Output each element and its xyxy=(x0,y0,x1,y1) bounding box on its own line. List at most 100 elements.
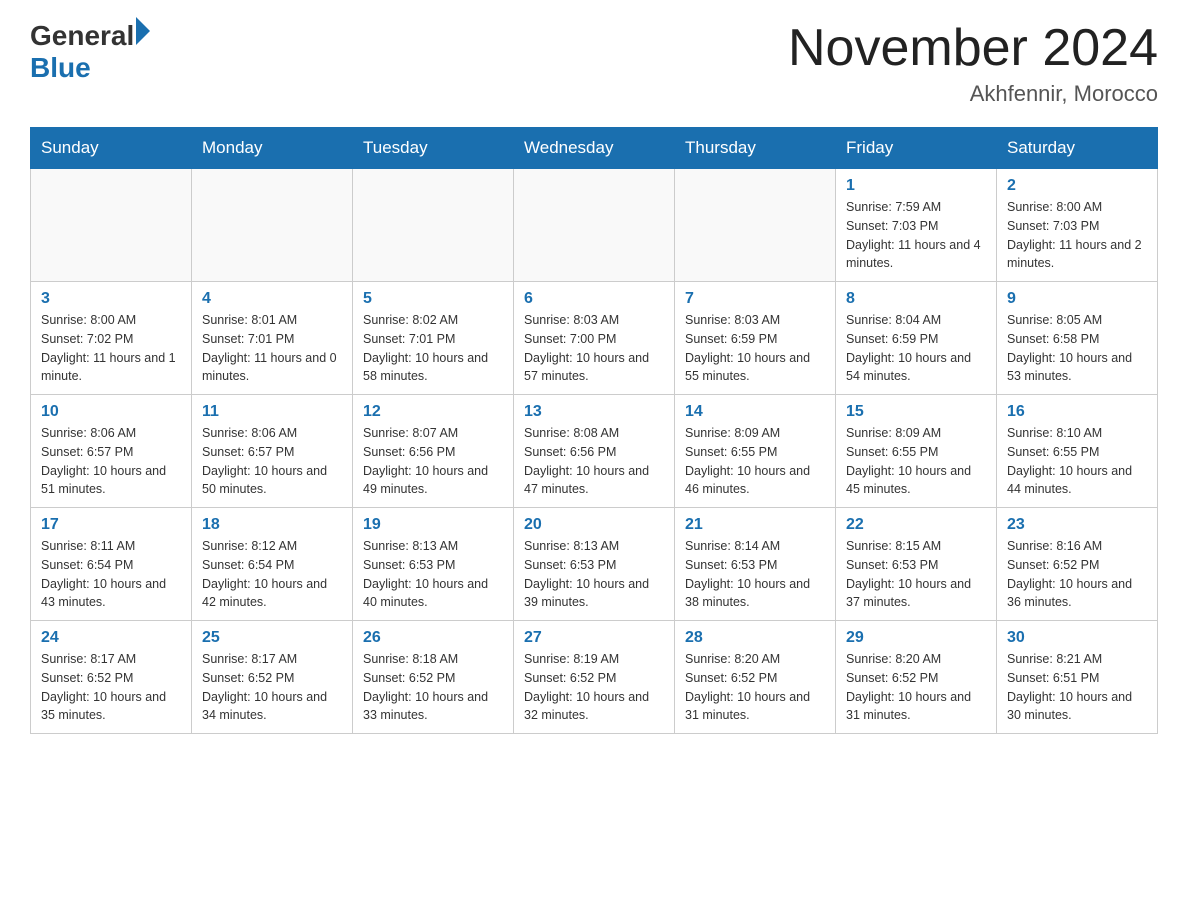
logo-general-text: General xyxy=(30,20,134,52)
day-number: 2 xyxy=(1007,177,1147,195)
calendar-cell xyxy=(675,169,836,282)
day-info: Sunrise: 8:16 AMSunset: 6:52 PMDaylight:… xyxy=(1007,537,1147,612)
calendar-cell xyxy=(31,169,192,282)
calendar-cell xyxy=(353,169,514,282)
weekday-header-monday: Monday xyxy=(192,128,353,169)
day-info: Sunrise: 8:07 AMSunset: 6:56 PMDaylight:… xyxy=(363,424,503,499)
calendar-cell: 2 Sunrise: 8:00 AMSunset: 7:03 PMDaylight… xyxy=(997,169,1158,282)
day-info: Sunrise: 8:06 AMSunset: 6:57 PMDaylight:… xyxy=(41,424,181,499)
day-info: Sunrise: 8:09 AMSunset: 6:55 PMDaylight:… xyxy=(846,424,986,499)
day-info: Sunrise: 8:00 AMSunset: 7:03 PMDaylight:… xyxy=(1007,198,1147,273)
day-number: 29 xyxy=(846,629,986,647)
day-info: Sunrise: 8:04 AMSunset: 6:59 PMDaylight:… xyxy=(846,311,986,386)
day-info: Sunrise: 8:03 AMSunset: 7:00 PMDaylight:… xyxy=(524,311,664,386)
weekday-header-sunday: Sunday xyxy=(31,128,192,169)
day-info: Sunrise: 8:05 AMSunset: 6:58 PMDaylight:… xyxy=(1007,311,1147,386)
calendar-cell: 29 Sunrise: 8:20 AMSunset: 6:52 PMDayligh… xyxy=(836,621,997,734)
day-info: Sunrise: 8:14 AMSunset: 6:53 PMDaylight:… xyxy=(685,537,825,612)
week-row-1: 1Sunrise: 7:59 AMSunset: 7:03 PMDaylight… xyxy=(31,169,1158,282)
day-number: 6 xyxy=(524,290,664,308)
day-info: Sunrise: 8:10 AMSunset: 6:55 PMDaylight:… xyxy=(1007,424,1147,499)
location-title: Akhfennir, Morocco xyxy=(788,81,1158,107)
calendar-cell: 26 Sunrise: 8:18 AMSunset: 6:52 PMDayligh… xyxy=(353,621,514,734)
day-info: Sunrise: 8:15 AMSunset: 6:53 PMDaylight:… xyxy=(846,537,986,612)
logo-triangle-icon xyxy=(136,17,150,45)
day-info: Sunrise: 8:08 AMSunset: 6:56 PMDaylight:… xyxy=(524,424,664,499)
day-info: Sunrise: 8:02 AMSunset: 7:01 PMDaylight:… xyxy=(363,311,503,386)
calendar-cell: 23 Sunrise: 8:16 AMSunset: 6:52 PMDayligh… xyxy=(997,508,1158,621)
day-number: 15 xyxy=(846,403,986,421)
calendar-cell: 12 Sunrise: 8:07 AMSunset: 6:56 PMDayligh… xyxy=(353,395,514,508)
logo: General Blue xyxy=(30,20,150,84)
day-info: Sunrise: 8:03 AMSunset: 6:59 PMDaylight:… xyxy=(685,311,825,386)
calendar-cell: 11Sunrise: 8:06 AMSunset: 6:57 PMDayligh… xyxy=(192,395,353,508)
calendar-cell: 19 Sunrise: 8:13 AMSunset: 6:53 PMDayligh… xyxy=(353,508,514,621)
day-number: 16 xyxy=(1007,403,1147,421)
day-info: Sunrise: 8:11 AMSunset: 6:54 PMDaylight:… xyxy=(41,537,181,612)
logo-blue-text: Blue xyxy=(30,52,150,84)
calendar-cell: 18 Sunrise: 8:12 AMSunset: 6:54 PMDayligh… xyxy=(192,508,353,621)
calendar-cell: 9Sunrise: 8:05 AMSunset: 6:58 PMDaylight… xyxy=(997,282,1158,395)
calendar-cell: 22 Sunrise: 8:15 AMSunset: 6:53 PMDayligh… xyxy=(836,508,997,621)
weekday-header-tuesday: Tuesday xyxy=(353,128,514,169)
day-info: Sunrise: 8:18 AMSunset: 6:52 PMDaylight:… xyxy=(363,650,503,725)
day-info: Sunrise: 8:09 AMSunset: 6:55 PMDaylight:… xyxy=(685,424,825,499)
calendar-cell: 10 Sunrise: 8:06 AMSunset: 6:57 PMDayligh… xyxy=(31,395,192,508)
month-title: November 2024 xyxy=(788,20,1158,77)
calendar-cell: 28 Sunrise: 8:20 AMSunset: 6:52 PMDayligh… xyxy=(675,621,836,734)
day-number: 10 xyxy=(41,403,181,421)
day-number: 22 xyxy=(846,516,986,534)
weekday-header-saturday: Saturday xyxy=(997,128,1158,169)
week-row-4: 17 Sunrise: 8:11 AMSunset: 6:54 PMDayligh… xyxy=(31,508,1158,621)
day-number: 26 xyxy=(363,629,503,647)
day-number: 18 xyxy=(202,516,342,534)
day-number: 3 xyxy=(41,290,181,308)
weekday-header-row: SundayMondayTuesdayWednesdayThursdayFrid… xyxy=(31,128,1158,169)
day-info: Sunrise: 8:17 AMSunset: 6:52 PMDaylight:… xyxy=(202,650,342,725)
day-number: 8 xyxy=(846,290,986,308)
day-number: 24 xyxy=(41,629,181,647)
day-number: 19 xyxy=(363,516,503,534)
day-info: Sunrise: 8:17 AMSunset: 6:52 PMDaylight:… xyxy=(41,650,181,725)
day-number: 27 xyxy=(524,629,664,647)
calendar-cell: 17 Sunrise: 8:11 AMSunset: 6:54 PMDayligh… xyxy=(31,508,192,621)
calendar-table: SundayMondayTuesdayWednesdayThursdayFrid… xyxy=(30,127,1158,734)
calendar-cell: 16 Sunrise: 8:10 AMSunset: 6:55 PMDayligh… xyxy=(997,395,1158,508)
day-number: 14 xyxy=(685,403,825,421)
day-number: 23 xyxy=(1007,516,1147,534)
calendar-cell: 1Sunrise: 7:59 AMSunset: 7:03 PMDaylight… xyxy=(836,169,997,282)
day-number: 25 xyxy=(202,629,342,647)
calendar-cell: 13Sunrise: 8:08 AMSunset: 6:56 PMDayligh… xyxy=(514,395,675,508)
calendar-cell: 14 Sunrise: 8:09 AMSunset: 6:55 PMDayligh… xyxy=(675,395,836,508)
calendar-cell: 15 Sunrise: 8:09 AMSunset: 6:55 PMDayligh… xyxy=(836,395,997,508)
week-row-5: 24 Sunrise: 8:17 AMSunset: 6:52 PMDayligh… xyxy=(31,621,1158,734)
day-info: Sunrise: 8:20 AMSunset: 6:52 PMDaylight:… xyxy=(846,650,986,725)
week-row-2: 3 Sunrise: 8:00 AMSunset: 7:02 PMDaylight… xyxy=(31,282,1158,395)
day-info: Sunrise: 8:21 AMSunset: 6:51 PMDaylight:… xyxy=(1007,650,1147,725)
day-info: Sunrise: 8:01 AMSunset: 7:01 PMDaylight:… xyxy=(202,311,342,386)
day-number: 28 xyxy=(685,629,825,647)
day-info: Sunrise: 8:13 AMSunset: 6:53 PMDaylight:… xyxy=(524,537,664,612)
day-info: Sunrise: 8:13 AMSunset: 6:53 PMDaylight:… xyxy=(363,537,503,612)
day-number: 5 xyxy=(363,290,503,308)
calendar-cell: 24 Sunrise: 8:17 AMSunset: 6:52 PMDayligh… xyxy=(31,621,192,734)
calendar-cell: 30 Sunrise: 8:21 AMSunset: 6:51 PMDayligh… xyxy=(997,621,1158,734)
weekday-header-wednesday: Wednesday xyxy=(514,128,675,169)
calendar-cell xyxy=(192,169,353,282)
day-number: 20 xyxy=(524,516,664,534)
day-info: Sunrise: 8:20 AMSunset: 6:52 PMDaylight:… xyxy=(685,650,825,725)
calendar-cell: 6 Sunrise: 8:03 AMSunset: 7:00 PMDaylight… xyxy=(514,282,675,395)
day-info: Sunrise: 8:00 AMSunset: 7:02 PMDaylight:… xyxy=(41,311,181,386)
calendar-cell: 5 Sunrise: 8:02 AMSunset: 7:01 PMDaylight… xyxy=(353,282,514,395)
day-number: 12 xyxy=(363,403,503,421)
day-info: Sunrise: 7:59 AMSunset: 7:03 PMDaylight:… xyxy=(846,198,986,273)
day-number: 21 xyxy=(685,516,825,534)
calendar-cell: 27Sunrise: 8:19 AMSunset: 6:52 PMDayligh… xyxy=(514,621,675,734)
calendar-cell: 3 Sunrise: 8:00 AMSunset: 7:02 PMDaylight… xyxy=(31,282,192,395)
day-info: Sunrise: 8:12 AMSunset: 6:54 PMDaylight:… xyxy=(202,537,342,612)
weekday-header-thursday: Thursday xyxy=(675,128,836,169)
day-number: 30 xyxy=(1007,629,1147,647)
week-row-3: 10 Sunrise: 8:06 AMSunset: 6:57 PMDayligh… xyxy=(31,395,1158,508)
day-number: 17 xyxy=(41,516,181,534)
page-header: General Blue November 2024 Akhfennir, Mo… xyxy=(30,20,1158,107)
